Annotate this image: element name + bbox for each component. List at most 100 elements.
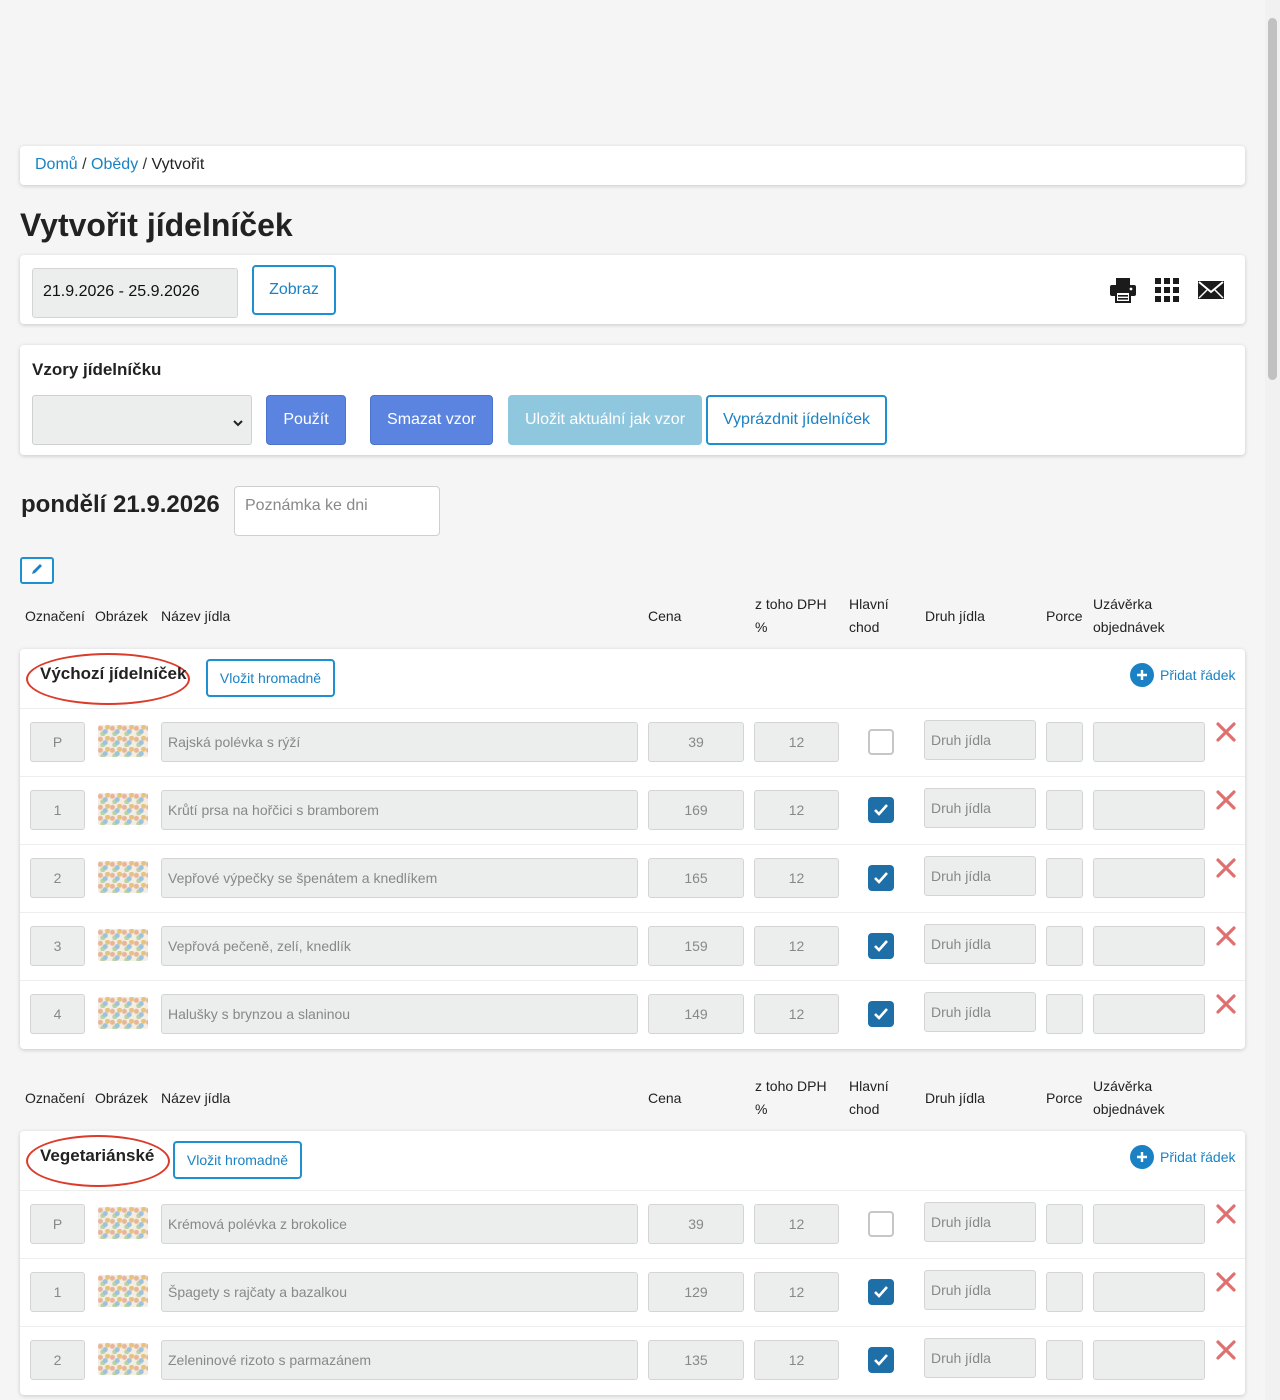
main-course-checkbox[interactable] <box>868 1001 894 1027</box>
label-input[interactable]: 1 <box>30 1272 85 1312</box>
price-input[interactable]: 149 <box>648 994 744 1034</box>
order-deadline-input[interactable] <box>1093 1272 1205 1312</box>
label-input[interactable]: 4 <box>30 994 85 1034</box>
use-template-button[interactable]: Použít <box>266 395 346 445</box>
delete-row-icon[interactable] <box>1215 924 1237 952</box>
label-input[interactable]: 2 <box>30 858 85 898</box>
delete-row-icon[interactable] <box>1215 1270 1237 1298</box>
dish-type-input[interactable]: Druh jídla <box>924 720 1036 760</box>
dish-type-input[interactable]: Druh jídla <box>924 992 1036 1032</box>
portion-input[interactable] <box>1046 1340 1083 1380</box>
dish-name-input[interactable]: Krémová polévka z brokolice <box>161 1204 638 1244</box>
food-image-thumbnail[interactable] <box>98 1207 148 1239</box>
vat-input[interactable]: 12 <box>754 926 839 966</box>
price-input[interactable]: 135 <box>648 1340 744 1380</box>
food-image-thumbnail[interactable] <box>98 997 148 1029</box>
vat-input[interactable]: 12 <box>754 722 839 762</box>
price-input[interactable]: 39 <box>648 1204 744 1244</box>
delete-row-icon[interactable] <box>1215 1338 1237 1366</box>
label-input[interactable]: P <box>30 722 85 762</box>
delete-template-button[interactable]: Smazat vzor <box>370 395 493 445</box>
portion-input[interactable] <box>1046 994 1083 1034</box>
price-input[interactable]: 165 <box>648 858 744 898</box>
delete-row-icon[interactable] <box>1215 720 1237 748</box>
edit-button[interactable] <box>20 557 54 584</box>
show-button[interactable]: Zobraz <box>252 265 336 315</box>
order-deadline-input[interactable] <box>1093 790 1205 830</box>
template-select[interactable] <box>32 395 252 445</box>
delete-row-icon[interactable] <box>1215 856 1237 884</box>
order-deadline-input[interactable] <box>1093 926 1205 966</box>
dish-type-input[interactable]: Druh jídla <box>924 788 1036 828</box>
envelope-icon[interactable] <box>1196 275 1226 305</box>
dish-name-input[interactable]: Krůtí prsa na hořčici s bramborem <box>161 790 638 830</box>
dish-name-input[interactable]: Špagety s rajčaty a bazalkou <box>161 1272 638 1312</box>
dish-name-input[interactable]: Zeleninové rizoto s parmazánem <box>161 1340 638 1380</box>
order-deadline-input[interactable] <box>1093 858 1205 898</box>
dish-name-input[interactable]: Rajská polévka s rýží <box>161 722 638 762</box>
breadcrumb-home-link[interactable]: Domů <box>35 156 78 173</box>
column-header-text: Druh jídla <box>925 608 985 624</box>
order-deadline-input[interactable] <box>1093 1204 1205 1244</box>
main-course-checkbox[interactable] <box>868 865 894 891</box>
label-input[interactable]: 3 <box>30 926 85 966</box>
empty-menu-button[interactable]: Vyprázdnit jídelníček <box>706 395 887 445</box>
portion-input[interactable] <box>1046 790 1083 830</box>
date-range-input[interactable]: 21.9.2026 - 25.9.2026 <box>32 268 238 318</box>
dish-type-input[interactable]: Druh jídla <box>924 924 1036 964</box>
vat-input[interactable]: 12 <box>754 1272 839 1312</box>
dish-type-input[interactable]: Druh jídla <box>924 856 1036 896</box>
dish-name-input[interactable]: Halušky s brynzou a slaninou <box>161 994 638 1034</box>
main-course-checkbox[interactable] <box>868 1279 894 1305</box>
label-input[interactable]: 2 <box>30 1340 85 1380</box>
printer-icon[interactable] <box>1108 275 1138 305</box>
portion-input[interactable] <box>1046 926 1083 966</box>
main-course-checkbox[interactable] <box>868 933 894 959</box>
food-image-thumbnail[interactable] <box>98 725 148 757</box>
portion-input[interactable] <box>1046 858 1083 898</box>
dish-type-input[interactable]: Druh jídla <box>924 1270 1036 1310</box>
portion-input[interactable] <box>1046 1204 1083 1244</box>
dish-name-input[interactable]: Vepřová pečeně, zelí, knedlík <box>161 926 638 966</box>
label-input[interactable]: P <box>30 1204 85 1244</box>
main-course-checkbox[interactable] <box>868 1211 894 1237</box>
portion-input[interactable] <box>1046 722 1083 762</box>
order-deadline-input[interactable] <box>1093 722 1205 762</box>
dish-type-input[interactable]: Druh jídla <box>924 1202 1036 1242</box>
price-input[interactable]: 129 <box>648 1272 744 1312</box>
order-deadline-input[interactable] <box>1093 1340 1205 1380</box>
portion-input[interactable] <box>1046 1272 1083 1312</box>
order-deadline-input[interactable] <box>1093 994 1205 1034</box>
save-template-button[interactable]: Uložit aktuální jak vzor <box>508 395 702 445</box>
food-image-thumbnail[interactable] <box>98 1275 148 1307</box>
price-input[interactable]: 39 <box>648 722 744 762</box>
vat-input[interactable]: 12 <box>754 994 839 1034</box>
price-input[interactable]: 159 <box>648 926 744 966</box>
delete-row-icon[interactable] <box>1215 992 1237 1020</box>
food-image-thumbnail[interactable] <box>98 1343 148 1375</box>
vat-input[interactable]: 12 <box>754 790 839 830</box>
bulk-insert-button[interactable]: Vložit hromadně <box>206 659 335 697</box>
add-row-button[interactable]: Přidat řádek <box>1130 1145 1235 1169</box>
dish-name-input[interactable]: Vepřové výpečky se špenátem a knedlíkem <box>161 858 638 898</box>
delete-row-icon[interactable] <box>1215 1202 1237 1230</box>
food-image-thumbnail[interactable] <box>98 861 148 893</box>
day-note-textarea[interactable]: Poznámka ke dni <box>234 486 440 536</box>
vat-input[interactable]: 12 <box>754 1340 839 1380</box>
label-input[interactable]: 1 <box>30 790 85 830</box>
scrollbar-thumb[interactable] <box>1268 18 1277 380</box>
food-image-thumbnail[interactable] <box>98 929 148 961</box>
vat-input[interactable]: 12 <box>754 858 839 898</box>
breadcrumb-lunches-link[interactable]: Obědy <box>91 156 138 173</box>
main-course-checkbox[interactable] <box>868 1347 894 1373</box>
bulk-insert-button[interactable]: Vložit hromadně <box>173 1141 302 1179</box>
main-course-checkbox[interactable] <box>868 729 894 755</box>
add-row-button[interactable]: Přidat řádek <box>1130 663 1235 687</box>
food-image-thumbnail[interactable] <box>98 793 148 825</box>
delete-row-icon[interactable] <box>1215 788 1237 816</box>
vat-input[interactable]: 12 <box>754 1204 839 1244</box>
main-course-checkbox[interactable] <box>868 797 894 823</box>
price-input[interactable]: 169 <box>648 790 744 830</box>
grid-icon[interactable] <box>1152 275 1182 305</box>
dish-type-input[interactable]: Druh jídla <box>924 1338 1036 1378</box>
